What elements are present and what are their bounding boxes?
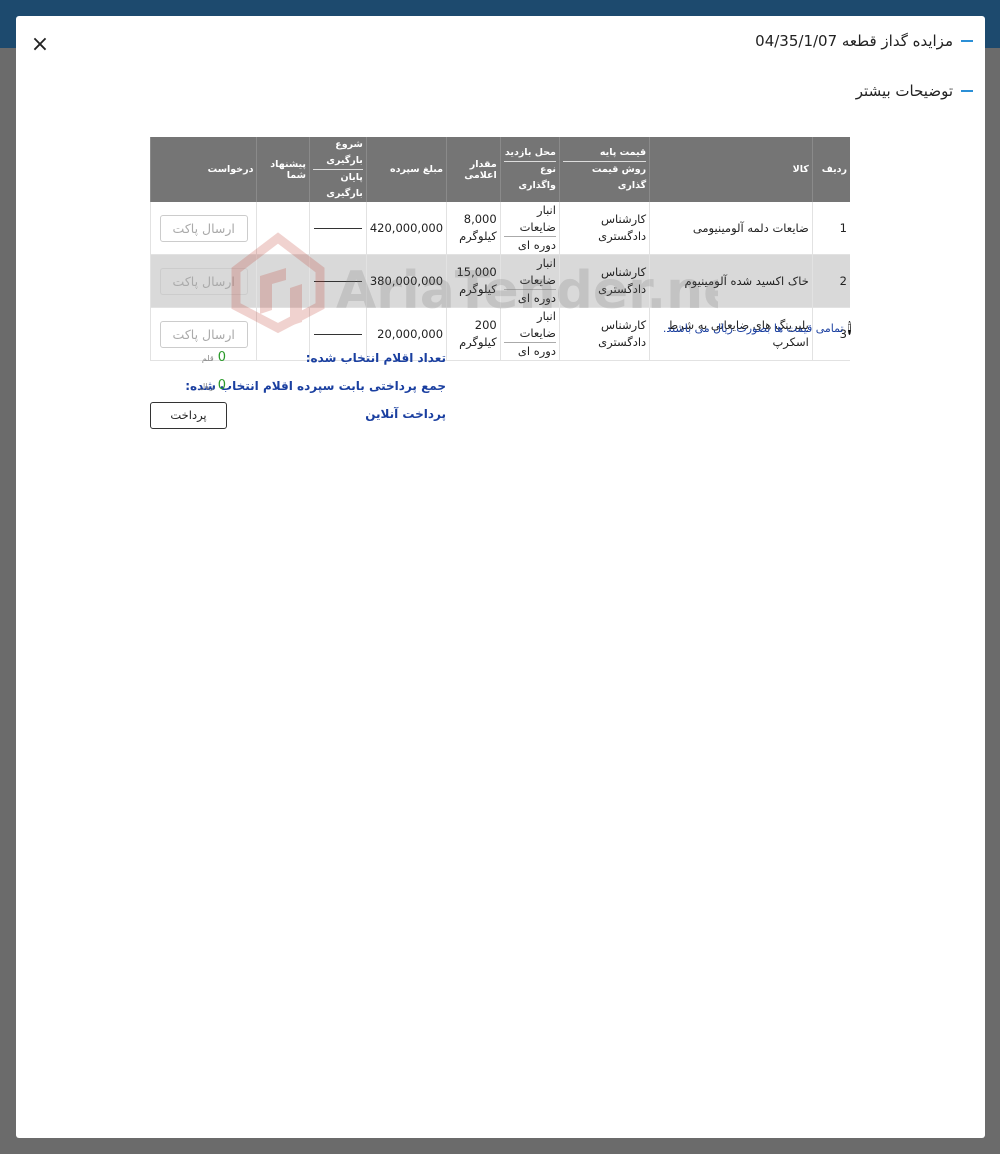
auction-modal: × مزایده گداز قطعه 04/35/1/07 توضیحات بی…: [16, 16, 985, 1138]
header-price: قیمت پایه روش قیمت گذاری: [558, 137, 650, 202]
info-icon: i: [847, 321, 851, 335]
send-envelope-button[interactable]: ارسال پاکت: [159, 214, 248, 242]
visit-place: انبار ضایعات: [503, 255, 556, 290]
amount-value: 200: [474, 318, 497, 332]
your-offer: [256, 254, 310, 308]
more-details-text: توضیحات بیشتر: [855, 82, 953, 100]
table-row: 2 خاک اکسید شده آلومینیوم کارشناس دادگست…: [149, 254, 850, 308]
amount-unit: کیلوگرم: [459, 282, 497, 296]
request-cell: ارسال پاکت: [149, 254, 257, 308]
table-header-row: ردیف کالا قیمت پایه روش قیمت گذاری محل با…: [149, 137, 850, 202]
amount-value: 8,000: [463, 212, 497, 226]
header-pricing-method: روش قیمت گذاری: [591, 164, 647, 191]
pay-button[interactable]: پرداخت: [150, 402, 227, 429]
amount-unit: کیلوگرم: [459, 229, 497, 243]
send-envelope-button[interactable]: ارسال پاکت: [159, 320, 248, 348]
your-offer: [256, 202, 310, 255]
item-name: ضایعات دلمه آلومینیومی: [649, 202, 813, 255]
empty-dash: [313, 227, 362, 229]
header-item: کالا: [649, 137, 813, 202]
amount-cell: 200 کیلوگرم: [446, 307, 501, 361]
header-base-price: قیمت پایه: [562, 145, 647, 162]
header-visit: محل بازدید نوع واگذاری: [499, 137, 560, 202]
assignment-type: دوره ای: [517, 344, 556, 358]
header-loading-end: پایان بارگیری: [326, 172, 363, 199]
send-envelope-button[interactable]: ارسال پاکت: [159, 267, 248, 295]
online-payment-label: پرداخت آنلاین: [365, 407, 446, 421]
pricing-method: کارشناس دادگستری: [558, 307, 650, 361]
amount-cell: 8,000 کیلوگرم: [446, 202, 501, 255]
rial-note-text: تمامی قیمت ها بصورت ریال می باشند.: [662, 321, 844, 335]
amount-unit: کیلوگرم: [459, 335, 497, 349]
visit-cell: انبار ضایعات دوره ای: [499, 254, 560, 308]
header-loading: شروع بارگیری پایان بارگیری: [308, 137, 367, 202]
assignment-type: دوره ای: [517, 238, 556, 252]
empty-dash: [313, 333, 362, 335]
header-request: درخواست: [149, 137, 257, 202]
your-offer: [256, 307, 310, 361]
visit-cell: انبار ضایعات دوره ای: [499, 202, 560, 255]
rial-note: i تمامی قیمت ها بصورت ریال می باشند.: [662, 321, 851, 335]
header-your-offer: پیشنهاد شما: [256, 137, 310, 202]
loading-dates: [308, 202, 367, 255]
total-deposit-value: 0: [217, 378, 226, 393]
more-details-header[interactable]: توضیحات بیشتر: [856, 82, 973, 100]
header-loading-start: شروع بارگیری: [312, 137, 363, 170]
header-assignment-type: نوع واگذاری: [518, 164, 556, 191]
header-deposit: مبلغ سپرده: [365, 137, 447, 202]
collapse-dash-icon: [961, 90, 973, 92]
pricing-method: کارشناس دادگستری: [558, 202, 650, 255]
selected-count-value: 0: [217, 350, 226, 365]
deposit-value: 420,000,000: [365, 202, 447, 255]
total-deposit-unit: ریال: [199, 382, 214, 391]
title-dash-icon: [961, 40, 973, 42]
modal-title-text: مزایده گداز قطعه 04/35/1/07: [755, 32, 953, 50]
deposit-value: 380,000,000: [365, 254, 447, 308]
header-visit-place: محل بازدید: [503, 145, 556, 162]
request-cell: ارسال پاکت: [149, 202, 257, 255]
visit-cell: انبار ضایعات دوره ای: [499, 307, 560, 361]
empty-dash: [313, 280, 362, 282]
table-row: 1 ضایعات دلمه آلومینیومی کارشناس دادگستر…: [149, 202, 850, 255]
loading-dates: [308, 254, 367, 308]
amount-cell: 15,000 کیلوگرم: [446, 254, 501, 308]
modal-title: مزایده گداز قطعه 04/35/1/07: [755, 32, 973, 50]
visit-place: انبار ضایعات: [503, 202, 556, 237]
pricing-method: کارشناس دادگستری: [558, 254, 650, 308]
item-name: خاک اکسید شده آلومینیوم: [649, 254, 813, 308]
header-declared-amount: مقدار اعلامی: [446, 137, 501, 202]
assignment-type: دوره ای: [517, 291, 556, 305]
selected-count-unit: قلم: [201, 354, 214, 363]
visit-place: انبار ضایعات: [503, 308, 556, 343]
amount-value: 15,000: [456, 265, 497, 279]
close-icon[interactable]: ×: [30, 34, 50, 56]
header-row-number: ردیف: [811, 137, 850, 202]
selected-count-label: تعداد اقلام انتخاب شده:: [305, 351, 446, 365]
row-number: 2: [811, 254, 850, 308]
row-number: 1: [811, 202, 850, 255]
selected-count: 0 قلم: [202, 350, 226, 365]
total-deposit: 0 ریال: [199, 378, 226, 393]
